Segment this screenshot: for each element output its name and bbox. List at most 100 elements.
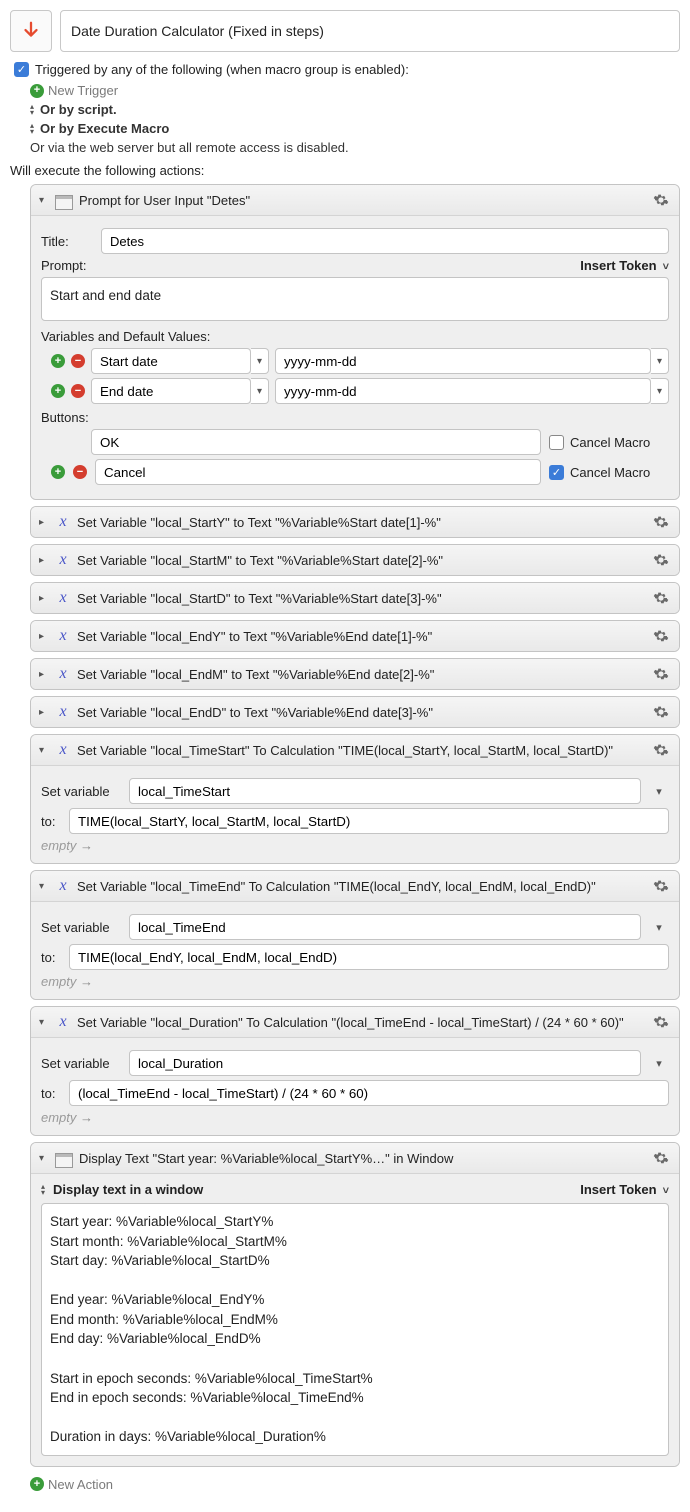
minus-icon[interactable]: −	[73, 465, 87, 479]
macro-enabled-checkbox[interactable]: ✓	[14, 62, 29, 77]
plus-icon[interactable]: +	[30, 1477, 44, 1491]
variable-default-input[interactable]	[275, 378, 651, 404]
calc-input[interactable]	[69, 808, 669, 834]
gear-icon[interactable]	[651, 1012, 671, 1032]
empty-note: empty →	[41, 838, 669, 853]
dropdown-icon[interactable]: ▾	[649, 1057, 669, 1070]
window-icon	[55, 1153, 73, 1168]
action-set-variable-calc: ▾xSet Variable "local_TimeEnd" To Calcul…	[30, 870, 680, 1000]
action-set-variable: ▸ x Set Variable "local_StartM" to Text "%…	[30, 544, 680, 576]
gear-icon[interactable]	[651, 550, 671, 570]
set-variable-label: Set variable	[41, 1056, 121, 1071]
new-action-label[interactable]: New Action	[48, 1477, 113, 1492]
gear-icon[interactable]	[651, 626, 671, 646]
disclosure-icon[interactable]: ▸	[39, 707, 49, 718]
gear-icon[interactable]	[651, 190, 671, 210]
minus-icon[interactable]: −	[71, 384, 85, 398]
macro-title-input[interactable]: Date Duration Calculator (Fixed in steps…	[60, 10, 680, 52]
cancel-macro-label: Cancel Macro	[570, 435, 650, 450]
insert-token-button[interactable]: Insert Token	[580, 258, 669, 273]
display-mode[interactable]: Display text in a window	[53, 1182, 203, 1197]
dropdown-icon[interactable]: ▾	[651, 378, 669, 404]
buttons-label: Buttons:	[41, 410, 669, 425]
prompt-textarea[interactable]: Start and end date	[41, 277, 669, 321]
action-title: Set Variable "local_StartM" to Text "%Va…	[77, 553, 645, 568]
action-title: Prompt for User Input "Detes"	[79, 193, 645, 208]
variable-x-icon: x	[55, 877, 71, 895]
disclosure-icon[interactable]: ▸	[39, 555, 49, 566]
vars-label: Variables and Default Values:	[41, 329, 669, 344]
action-set-variable: ▸xSet Variable "local_EndD" to Text "%Va…	[30, 696, 680, 728]
dropdown-icon[interactable]: ▾	[251, 348, 269, 374]
updown-chevron-icon[interactable]: ▴▾	[30, 123, 34, 135]
disclosure-icon[interactable]: ▾	[39, 1153, 49, 1164]
minus-icon[interactable]: −	[71, 354, 85, 368]
action-prompt-user-input: ▾ Prompt for User Input "Detes" Title: P…	[30, 184, 680, 500]
plus-icon[interactable]: +	[30, 84, 44, 98]
action-set-variable: ▸xSet Variable "local_StartY" to Text "%…	[30, 506, 680, 538]
empty-note: empty →	[41, 1110, 669, 1125]
variable-x-icon: x	[55, 589, 71, 607]
action-set-variable: ▸ x Set Variable "local_EndM" to Text "%Va…	[30, 658, 680, 690]
disclosure-icon[interactable]: ▸	[39, 593, 49, 604]
action-title: Set Variable "local_TimeStart" To Calcul…	[77, 743, 645, 758]
plus-icon[interactable]: +	[51, 354, 65, 368]
dropdown-icon[interactable]: ▾	[649, 785, 669, 798]
gear-icon[interactable]	[651, 740, 671, 760]
disclosure-icon[interactable]: ▾	[39, 195, 49, 206]
new-trigger-label[interactable]: New Trigger	[48, 83, 118, 98]
dropdown-icon[interactable]: ▾	[649, 921, 669, 934]
plus-icon[interactable]: +	[51, 465, 65, 479]
title-input[interactable]	[101, 228, 669, 254]
set-variable-label: Set variable	[41, 920, 121, 935]
button-label-input[interactable]	[91, 429, 541, 455]
variable-name-input[interactable]	[91, 378, 251, 404]
updown-chevron-icon[interactable]: ▴▾	[41, 1184, 45, 1196]
macro-title-text: Date Duration Calculator (Fixed in steps…	[71, 23, 324, 39]
dropdown-icon[interactable]: ▾	[251, 378, 269, 404]
calc-input[interactable]	[69, 944, 669, 970]
disclosure-icon[interactable]: ▸	[39, 631, 49, 642]
variable-default-input[interactable]	[275, 348, 651, 374]
disclosure-icon[interactable]: ▸	[39, 517, 49, 528]
gear-icon[interactable]	[651, 702, 671, 722]
cancel-macro-checkbox[interactable]: ✓	[549, 465, 564, 480]
or-by-execute-macro[interactable]: Or by Execute Macro	[40, 121, 169, 136]
button-label-input[interactable]	[95, 459, 541, 485]
insert-token-button[interactable]: Insert Token	[580, 1182, 669, 1197]
plus-icon[interactable]: +	[51, 384, 65, 398]
gear-icon[interactable]	[651, 512, 671, 532]
variable-x-icon: x	[55, 665, 71, 683]
gear-icon[interactable]	[651, 588, 671, 608]
variable-x-icon: x	[55, 551, 71, 569]
variable-name-input[interactable]	[91, 348, 251, 374]
updown-chevron-icon[interactable]: ▴▾	[30, 104, 34, 116]
variable-x-icon: x	[55, 627, 71, 645]
action-title: Display Text "Start year: %Variable%loca…	[79, 1151, 645, 1166]
disclosure-icon[interactable]: ▸	[39, 669, 49, 680]
gear-icon[interactable]	[651, 876, 671, 896]
dropdown-icon[interactable]: ▾	[651, 348, 669, 374]
actions-header: Will execute the following actions:	[10, 163, 680, 178]
calc-input[interactable]	[69, 1080, 669, 1106]
gear-icon[interactable]	[651, 1148, 671, 1168]
display-text-body[interactable]: Start year: %Variable%local_StartY% Star…	[41, 1203, 669, 1456]
to-label: to:	[41, 950, 61, 965]
to-label: to:	[41, 1086, 61, 1101]
or-by-script[interactable]: Or by script.	[40, 102, 117, 117]
disclosure-icon[interactable]: ▾	[39, 1017, 49, 1028]
variable-x-icon: x	[55, 741, 71, 759]
arrow-down-icon	[20, 20, 42, 42]
variable-name-input[interactable]	[129, 914, 641, 940]
variable-name-input[interactable]	[129, 1050, 641, 1076]
gear-icon[interactable]	[651, 664, 671, 684]
disclosure-icon[interactable]: ▾	[39, 745, 49, 756]
action-set-variable-calc: ▾xSet Variable "local_Duration" To Calcu…	[30, 1006, 680, 1136]
action-title: Set Variable "local_EndM" to Text "%Vari…	[77, 667, 645, 682]
disclosure-icon[interactable]: ▾	[39, 881, 49, 892]
variable-name-input[interactable]	[129, 778, 641, 804]
set-variable-label: Set variable	[41, 784, 121, 799]
action-display-text: ▾ Display Text "Start year: %Variable%lo…	[30, 1142, 680, 1467]
action-set-variable: ▸xSet Variable "local_EndY" to Text "%Va…	[30, 620, 680, 652]
cancel-macro-checkbox[interactable]	[549, 435, 564, 450]
